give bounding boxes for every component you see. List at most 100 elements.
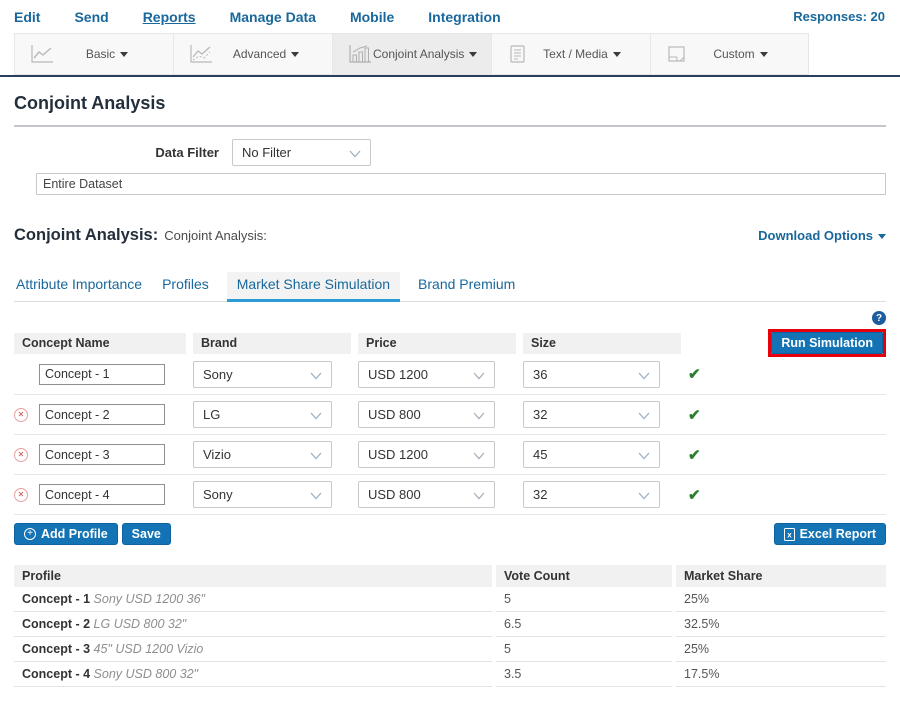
chevron-down-icon xyxy=(638,492,650,500)
run-simulation-button[interactable]: Run Simulation xyxy=(771,332,883,354)
nav-item-integration[interactable]: Integration xyxy=(428,9,500,25)
simulator-table: Concept Name Brand Price Size Run Simula… xyxy=(14,333,886,545)
nav-item-send[interactable]: Send xyxy=(74,9,108,25)
chevron-down-icon xyxy=(473,412,485,420)
chevron-down-icon xyxy=(473,452,485,460)
delete-concept-icon[interactable]: ✕ xyxy=(14,448,28,462)
toolbar-basic-label: Basic xyxy=(86,47,115,61)
nav-item-reports[interactable]: Reports xyxy=(143,9,196,25)
results-rows: Concept - 1 Sony USD 1200 36" 5 25% Conc… xyxy=(14,587,886,687)
brand-select-value: Sony xyxy=(203,487,233,502)
excel-file-icon: x xyxy=(784,528,795,541)
nav-item-manage-data[interactable]: Manage Data xyxy=(230,9,316,25)
size-select[interactable]: 32 xyxy=(523,401,660,428)
toolbar-conjoint-label: Conjoint Analysis xyxy=(373,47,464,61)
toolbar-text-media-label: Text / Media xyxy=(543,47,608,61)
col-vote-count: Vote Count xyxy=(496,565,672,587)
toolbar-advanced[interactable]: Advanced xyxy=(173,33,332,75)
report-type-toolbar: Basic Advanced Conjoint Analysis Text / … xyxy=(0,33,900,77)
data-filter-row: Data Filter No Filter xyxy=(14,139,886,166)
size-select[interactable]: 32 xyxy=(523,481,660,508)
result-row: Concept - 3 45" USD 1200 Vizio 5 25% xyxy=(14,637,886,662)
size-select[interactable]: 36 xyxy=(523,361,660,388)
chevron-down-icon xyxy=(310,492,322,500)
add-profile-button[interactable]: + Add Profile xyxy=(14,523,118,545)
vote-count-value: 6.5 xyxy=(496,612,672,637)
chevron-down-icon xyxy=(310,412,322,420)
chevron-down-icon xyxy=(469,52,477,57)
toolbar-conjoint-analysis[interactable]: Conjoint Analysis xyxy=(332,33,491,75)
price-select-value: USD 1200 xyxy=(368,447,428,462)
delete-concept-icon[interactable]: ✕ xyxy=(14,488,28,502)
simulator-header-row: Concept Name Brand Price Size xyxy=(14,333,886,354)
chevron-down-icon xyxy=(638,452,650,460)
delete-concept-icon[interactable]: ✕ xyxy=(14,408,28,422)
chevron-down-icon xyxy=(760,52,768,57)
excel-report-button[interactable]: x Excel Report xyxy=(774,523,886,545)
profile-detail: 45" USD 1200 Vizio xyxy=(94,642,204,656)
col-size: Size xyxy=(523,333,681,354)
price-select[interactable]: USD 1200 xyxy=(358,441,495,468)
size-select-value: 45 xyxy=(533,447,547,462)
tab-market-share-simulation[interactable]: Market Share Simulation xyxy=(227,272,400,302)
toolbar-custom-label: Custom xyxy=(713,47,754,61)
nav-item-edit[interactable]: Edit xyxy=(14,9,40,25)
price-select[interactable]: USD 800 xyxy=(358,481,495,508)
toolbar-custom[interactable]: Custom xyxy=(650,33,809,75)
price-select-value: USD 800 xyxy=(368,407,421,422)
chevron-down-icon xyxy=(878,234,886,239)
concept-row: ✕ LG USD 800 32 ✔ xyxy=(14,394,886,434)
result-row: Concept - 1 Sony USD 1200 36" 5 25% xyxy=(14,587,886,612)
price-select[interactable]: USD 800 xyxy=(358,401,495,428)
data-filter-label: Data Filter xyxy=(14,145,232,160)
brand-select-value: Vizio xyxy=(203,447,231,462)
col-price: Price xyxy=(358,333,516,354)
col-brand: Brand xyxy=(193,333,351,354)
concept-name-input[interactable] xyxy=(39,364,165,385)
help-icon[interactable]: ? xyxy=(872,311,886,325)
concept-name-input[interactable] xyxy=(39,444,165,465)
size-select-value: 36 xyxy=(533,367,547,382)
dataset-input[interactable] xyxy=(36,173,886,195)
brand-select-value: Sony xyxy=(203,367,233,382)
line-chart-icon xyxy=(29,44,55,64)
chevron-down-icon xyxy=(613,52,621,57)
result-row: Concept - 2 LG USD 800 32" 6.5 32.5% xyxy=(14,612,886,637)
valid-check-icon: ✔ xyxy=(688,366,701,383)
tab-profiles[interactable]: Profiles xyxy=(160,272,211,301)
concept-name-input[interactable] xyxy=(39,404,165,425)
tab-attribute-importance[interactable]: Attribute Importance xyxy=(14,272,144,301)
concept-row: ✕ Sony USD 1200 36 ✔ xyxy=(14,354,886,394)
responses-count: Responses: 20 xyxy=(793,9,885,24)
valid-check-icon: ✔ xyxy=(688,487,701,504)
brand-select[interactable]: Vizio xyxy=(193,441,332,468)
price-select[interactable]: USD 1200 xyxy=(358,361,495,388)
document-icon xyxy=(506,44,528,64)
multi-line-chart-icon xyxy=(188,44,214,64)
vote-count-value: 5 xyxy=(496,587,672,612)
toolbar-text-media[interactable]: Text / Media xyxy=(491,33,650,75)
profile-name: Concept - 2 xyxy=(22,617,90,631)
save-button[interactable]: Save xyxy=(122,523,171,545)
tab-brand-premium[interactable]: Brand Premium xyxy=(416,272,517,301)
valid-check-icon: ✔ xyxy=(688,407,701,424)
brand-select[interactable]: Sony xyxy=(193,481,332,508)
section-header: Conjoint Analysis: Conjoint Analysis: Do… xyxy=(14,226,886,245)
col-market-share: Market Share xyxy=(676,565,886,587)
profile-name: Concept - 3 xyxy=(22,642,90,656)
brand-select[interactable]: LG xyxy=(193,401,332,428)
toolbar-basic[interactable]: Basic xyxy=(14,33,173,75)
profile-name: Concept - 1 xyxy=(22,592,90,606)
download-options-button[interactable]: Download Options xyxy=(758,228,886,243)
top-nav: Edit Send Reports Manage Data Mobile Int… xyxy=(0,0,900,33)
brand-select[interactable]: Sony xyxy=(193,361,332,388)
data-filter-select[interactable]: No Filter xyxy=(232,139,371,166)
chevron-down-icon xyxy=(120,52,128,57)
concept-name-input[interactable] xyxy=(39,484,165,505)
results-header-row: Profile Vote Count Market Share xyxy=(14,565,886,587)
size-select[interactable]: 45 xyxy=(523,441,660,468)
page-title: Conjoint Analysis xyxy=(14,93,886,114)
chevron-down-icon xyxy=(473,372,485,380)
brand-select-value: LG xyxy=(203,407,220,422)
nav-item-mobile[interactable]: Mobile xyxy=(350,9,394,25)
